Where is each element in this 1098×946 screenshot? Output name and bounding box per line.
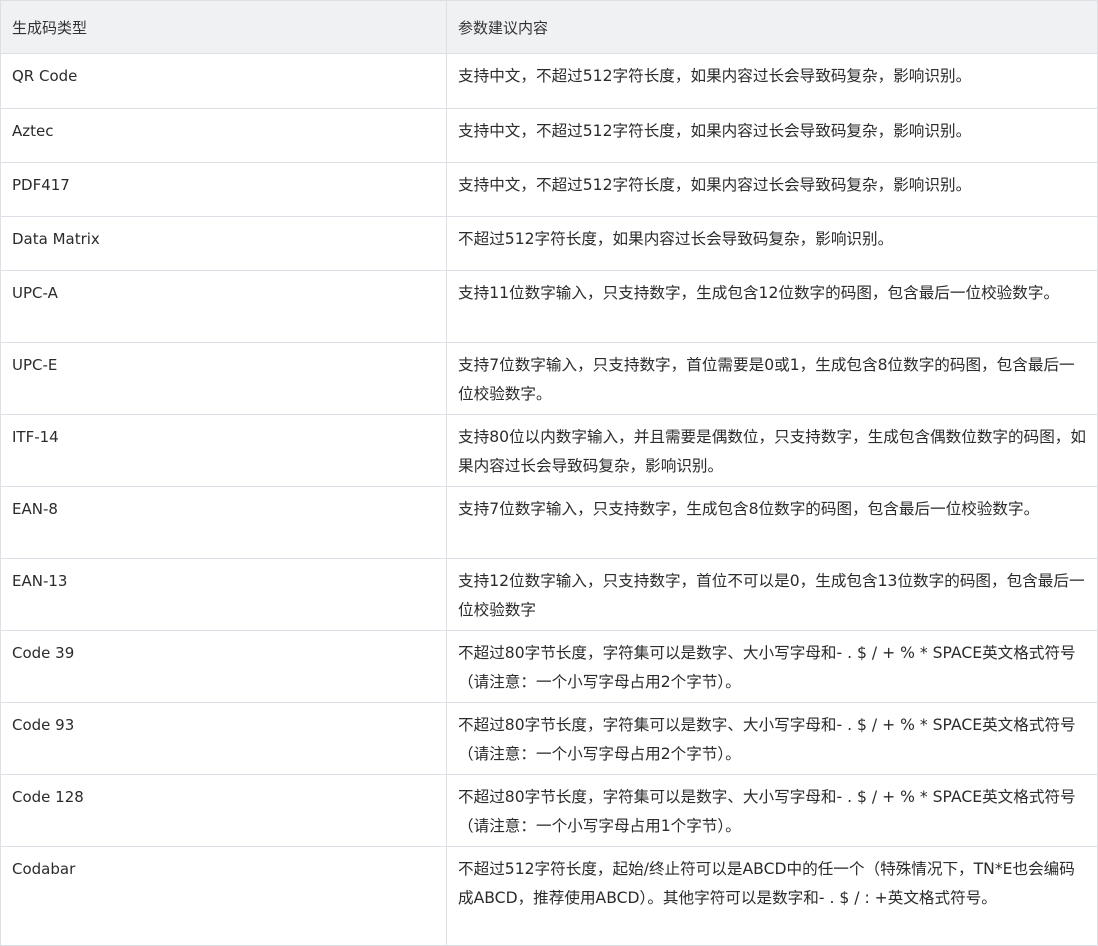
advice-cell: 支持7位数字输入，只支持数字，首位需要是0或1，生成包含8位数字的码图，包含最后…	[446, 342, 1098, 415]
code-type-cell: Code 128	[0, 774, 447, 847]
advice-cell: 不超过80字节长度，字符集可以是数字、大小写字母和- . $ / + % * S…	[446, 774, 1098, 847]
code-type-cell: Aztec	[0, 108, 447, 163]
advice-cell: 不超过512字符长度，如果内容过长会导致码复杂，影响识别。	[446, 216, 1098, 271]
code-type-cell: UPC-A	[0, 270, 447, 343]
table-row: PDF417 支持中文，不超过512字符长度，如果内容过长会导致码复杂，影响识别…	[0, 162, 1098, 217]
code-type-cell: ITF-14	[0, 414, 447, 487]
code-type-cell: Code 39	[0, 630, 447, 703]
code-type-cell: EAN-8	[0, 486, 447, 559]
code-type-cell: Codabar	[0, 846, 447, 946]
table-row: UPC-A 支持11位数字输入，只支持数字，生成包含12位数字的码图，包含最后一…	[0, 270, 1098, 343]
code-type-cell: UPC-E	[0, 342, 447, 415]
table-header-row: 生成码类型 参数建议内容	[0, 0, 1098, 54]
table-row: ITF-14 支持80位以内数字输入，并且需要是偶数位，只支持数字，生成包含偶数…	[0, 414, 1098, 487]
code-type-cell: QR Code	[0, 53, 447, 109]
advice-cell: 支持11位数字输入，只支持数字，生成包含12位数字的码图，包含最后一位校验数字。	[446, 270, 1098, 343]
table-row: QR Code 支持中文，不超过512字符长度，如果内容过长会导致码复杂，影响识…	[0, 53, 1098, 109]
header-code-type: 生成码类型	[0, 0, 447, 54]
header-parameter-advice: 参数建议内容	[446, 0, 1098, 54]
advice-cell: 支持7位数字输入，只支持数字，生成包含8位数字的码图，包含最后一位校验数字。	[446, 486, 1098, 559]
advice-cell: 不超过80字节长度，字符集可以是数字、大小写字母和- . $ / + % * S…	[446, 702, 1098, 775]
table-row: Code 128 不超过80字节长度，字符集可以是数字、大小写字母和- . $ …	[0, 774, 1098, 847]
advice-cell: 支持80位以内数字输入，并且需要是偶数位，只支持数字，生成包含偶数位数字的码图，…	[446, 414, 1098, 487]
advice-cell: 支持12位数字输入，只支持数字，首位不可以是0，生成包含13位数字的码图，包含最…	[446, 558, 1098, 631]
table-row: EAN-8 支持7位数字输入，只支持数字，生成包含8位数字的码图，包含最后一位校…	[0, 486, 1098, 559]
table-row: EAN-13 支持12位数字输入，只支持数字，首位不可以是0，生成包含13位数字…	[0, 558, 1098, 631]
table-row: Codabar 不超过512字符长度，起始/终止符可以是ABCD中的任一个（特殊…	[0, 846, 1098, 946]
code-type-cell: Code 93	[0, 702, 447, 775]
barcode-parameter-table: 生成码类型 参数建议内容 QR Code 支持中文，不超过512字符长度，如果内…	[0, 0, 1098, 946]
code-type-cell: Data Matrix	[0, 216, 447, 271]
table-row: Data Matrix 不超过512字符长度，如果内容过长会导致码复杂，影响识别…	[0, 216, 1098, 271]
advice-cell: 支持中文，不超过512字符长度，如果内容过长会导致码复杂，影响识别。	[446, 162, 1098, 217]
advice-cell: 不超过512字符长度，起始/终止符可以是ABCD中的任一个（特殊情况下，TN*E…	[446, 846, 1098, 946]
table-row: Code 39 不超过80字节长度，字符集可以是数字、大小写字母和- . $ /…	[0, 630, 1098, 703]
table-row: Aztec 支持中文，不超过512字符长度，如果内容过长会导致码复杂，影响识别。	[0, 108, 1098, 163]
advice-cell: 不超过80字节长度，字符集可以是数字、大小写字母和- . $ / + % * S…	[446, 630, 1098, 703]
table-row: Code 93 不超过80字节长度，字符集可以是数字、大小写字母和- . $ /…	[0, 702, 1098, 775]
code-type-cell: EAN-13	[0, 558, 447, 631]
table-row: UPC-E 支持7位数字输入，只支持数字，首位需要是0或1，生成包含8位数字的码…	[0, 342, 1098, 415]
code-type-cell: PDF417	[0, 162, 447, 217]
advice-cell: 支持中文，不超过512字符长度，如果内容过长会导致码复杂，影响识别。	[446, 53, 1098, 109]
advice-cell: 支持中文，不超过512字符长度，如果内容过长会导致码复杂，影响识别。	[446, 108, 1098, 163]
